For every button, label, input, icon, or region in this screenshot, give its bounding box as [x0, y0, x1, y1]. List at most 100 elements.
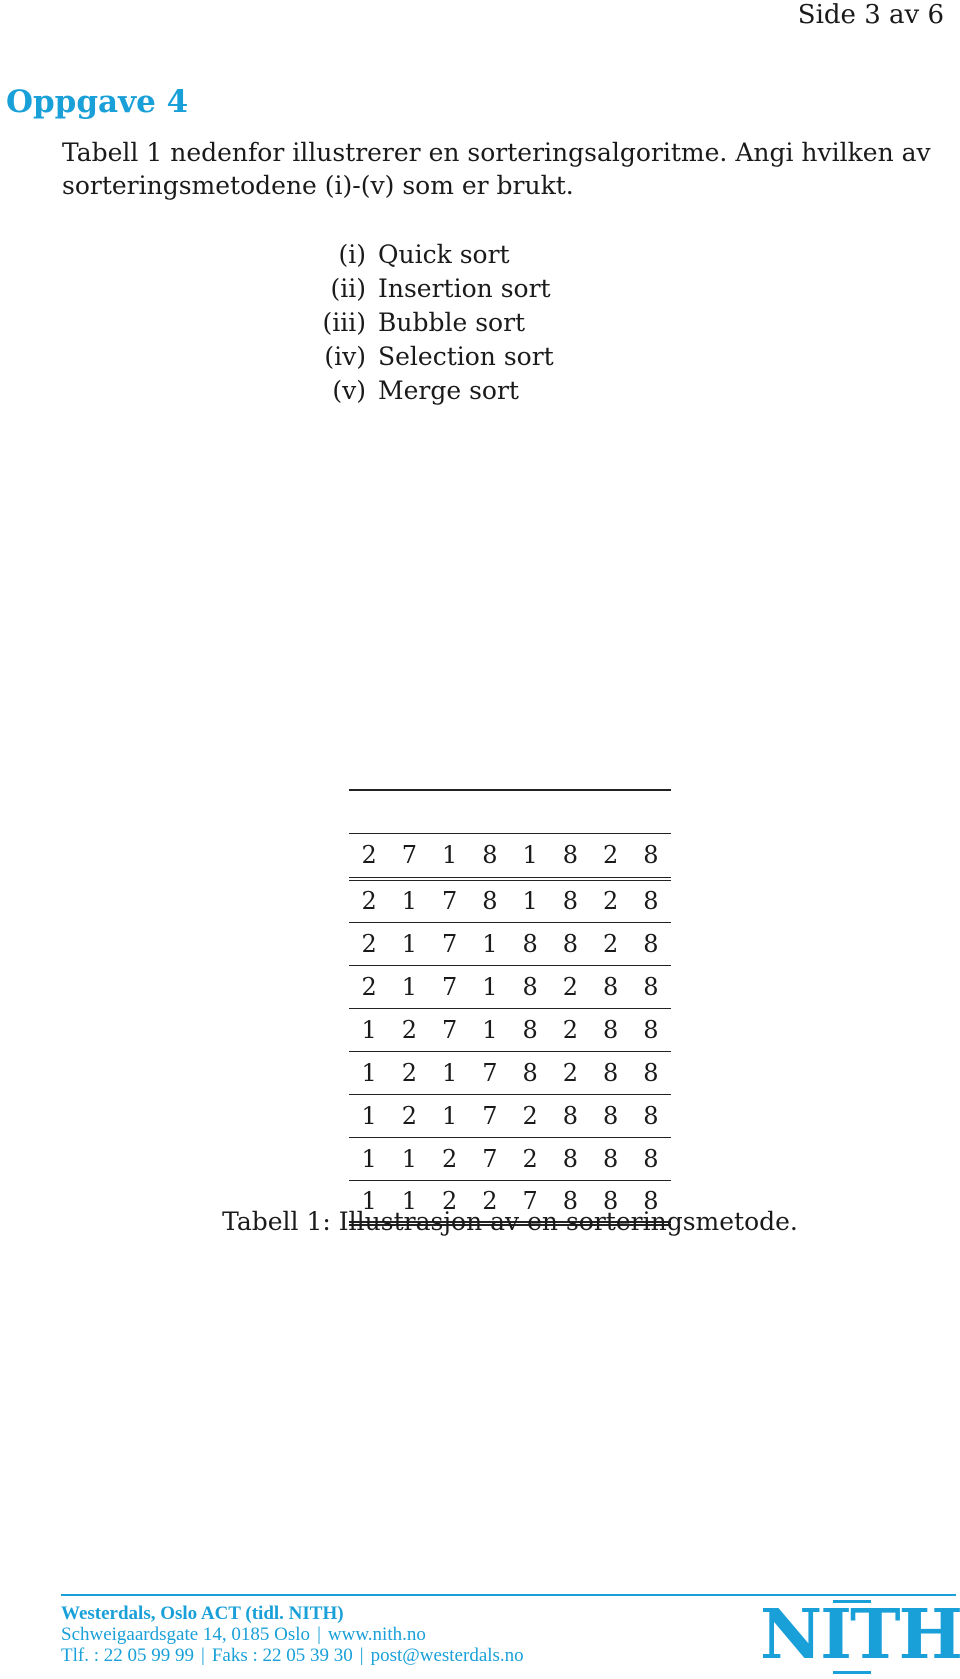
table-caption: Tabell 1: Illustrasjon av en sorteringsm… [222, 1207, 798, 1236]
option-number: (iv) [324, 342, 366, 371]
separator: | [201, 1645, 205, 1666]
footer-address-line: Schweigaardsgate 14, 0185 Oslo | www.nith.… [61, 1624, 524, 1645]
table-cell: 8 [482, 841, 498, 870]
table-cell: 2 [602, 841, 619, 870]
nith-logo: NITH [760, 1600, 960, 1674]
table-cell: 8 [522, 1015, 538, 1044]
separator: | [317, 1624, 321, 1645]
table-row: 21718828 [349, 922, 671, 965]
option-number: (iii) [322, 308, 367, 337]
option-label: Insertion sort [378, 274, 551, 303]
option-item: (i) Quick sort [300, 238, 554, 272]
table-cell: 8 [522, 1058, 538, 1087]
option-number: (ii) [330, 274, 367, 303]
footer-address: Schweigaardsgate 14, 0185 Oslo [61, 1624, 311, 1645]
table-cell: 8 [482, 887, 498, 916]
table-cell: 8 [522, 972, 538, 1001]
table-row: 11272888 [349, 1137, 671, 1180]
table-cell: 8 [562, 1144, 579, 1173]
table-cell: 1 [482, 972, 498, 1001]
option-number: (v) [332, 376, 366, 405]
table-cell: 8 [602, 1144, 619, 1173]
table-cell: 2 [602, 929, 619, 958]
table-cell: 8 [643, 1015, 659, 1044]
table-cell: 1 [401, 929, 418, 958]
table-cell: 1 [361, 1144, 377, 1173]
table-cell: 7 [441, 929, 458, 958]
table-cell: 1 [401, 972, 418, 1001]
table-cell: 1 [401, 1144, 418, 1173]
table-cell: 1 [482, 1015, 498, 1044]
footer-phone-line: Tlf. : 22 05 99 99 | Faks : 22 05 39 30 | po… [61, 1645, 524, 1666]
table-cell: 8 [562, 841, 579, 870]
option-label: Selection sort [378, 342, 554, 371]
table-cell: 8 [643, 1144, 659, 1173]
table-row: 21718288 [349, 965, 671, 1008]
footer-fax: Faks : 22 05 39 30 [211, 1645, 353, 1666]
logo-bar-top [833, 1600, 871, 1603]
footer-contact: Westerdals, Oslo ACT (tidl. NITH) Schwei… [61, 1603, 524, 1666]
table-row: 12718288 [349, 1008, 671, 1051]
table-cell: 2 [562, 1015, 579, 1044]
table-cell: 8 [602, 1015, 619, 1044]
table-cell: 2 [401, 1058, 418, 1087]
table-cell: 1 [522, 887, 538, 916]
section-title: Oppgave 4 [6, 84, 189, 120]
table-cell: 8 [522, 929, 538, 958]
table-cell: 2 [562, 972, 579, 1001]
table-cell: 2 [522, 1144, 538, 1173]
page-number: Side 3 av 6 [797, 0, 944, 30]
table-cell: 8 [643, 972, 659, 1001]
table-cell: 2 [522, 1101, 538, 1130]
table-cell: 1 [441, 841, 458, 870]
table-row: 12172888 [349, 1094, 671, 1137]
table-row: 12178288 [349, 1051, 671, 1094]
table-cell: 2 [401, 1015, 418, 1044]
table-cell: 8 [643, 841, 659, 870]
table-cell: 1 [361, 1101, 377, 1130]
table-cell: 1 [482, 929, 498, 958]
table-header-row: 27181828 [349, 833, 671, 879]
option-label: Merge sort [378, 376, 519, 405]
option-item: (iv) Selection sort [300, 340, 554, 374]
table-cell: 1 [361, 1015, 377, 1044]
table-cell: 8 [562, 929, 579, 958]
table-cell: 8 [602, 1101, 619, 1130]
table-cell: 7 [482, 1144, 498, 1173]
table-cell: 8 [602, 1058, 619, 1087]
table-cell: 7 [441, 1015, 458, 1044]
table-cell: 2 [401, 1101, 418, 1130]
task-intro: Tabell 1 nedenfor illustrerer en sorteri… [62, 138, 931, 200]
table-cell: 1 [361, 1058, 377, 1087]
table-top-rule [349, 789, 671, 833]
option-item: (ii) Insertion sort [300, 272, 554, 306]
footer-org: Westerdals, Oslo ACT (tidl. NITH) [61, 1603, 344, 1624]
sort-method-options: (i) Quick sort (ii) Insertion sort (iii) Bu… [300, 238, 554, 408]
table-cell: 2 [361, 972, 377, 1001]
table-cell: 1 [441, 1058, 458, 1087]
table-cell: 8 [602, 972, 619, 1001]
table-cell: 8 [643, 887, 659, 916]
option-label: Bubble sort [378, 308, 526, 337]
table-cell: 8 [643, 1101, 659, 1130]
table-cell: 2 [562, 1058, 579, 1087]
table-cell: 1 [441, 1101, 458, 1130]
option-number: (i) [338, 240, 366, 269]
footer-web-link[interactable]: www.nith.no [328, 1624, 426, 1645]
table-cell: 7 [441, 972, 458, 1001]
logo-bar-bottom [833, 1671, 871, 1674]
table-cell: 8 [562, 1101, 579, 1130]
table-cell: 8 [643, 929, 659, 958]
table-cell: 2 [361, 929, 377, 958]
table-cell: 2 [361, 841, 377, 870]
option-label: Quick sort [378, 240, 510, 269]
table-cell: 1 [522, 841, 538, 870]
footer-email-link[interactable]: post@westerdals.no [371, 1645, 524, 1666]
table-cell: 7 [441, 887, 458, 916]
table-cell: 7 [401, 841, 418, 870]
table-cell: 8 [643, 1058, 659, 1087]
option-item: (v) Merge sort [300, 374, 554, 408]
logo-text: NITH [760, 1595, 960, 1675]
table-cell: 2 [602, 887, 619, 916]
footer-phone: Tlf. : 22 05 99 99 [61, 1645, 194, 1666]
